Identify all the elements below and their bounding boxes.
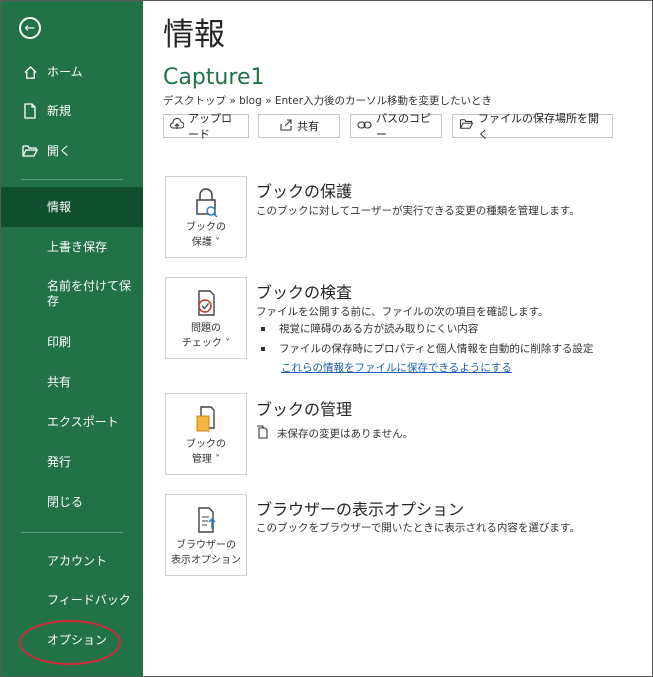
browser-section-description: このブックをブラウザーで開いたときに表示される内容を選びます。	[256, 522, 580, 534]
cloud-upload-icon	[169, 117, 185, 134]
protect-section-description: このブックに対してユーザーが実行できる変更の種類を管理します。	[256, 205, 580, 217]
check-for-issues-button[interactable]: 問題の チェック ˅	[165, 277, 247, 359]
sidebar-item-label: 印刷	[47, 335, 72, 349]
sidebar-item-label: 上書き保存	[47, 240, 108, 254]
sidebar-item-new[interactable]: 新規	[1, 102, 143, 120]
document-path-breadcrumb: デスクトップ » blog » Enter入力後のカーソル移動を変更したいとき	[163, 95, 493, 107]
sidebar-item-label: 共有	[47, 375, 72, 389]
sidebar-item-label: 新規	[47, 104, 72, 118]
card-label-line1: 問題の	[191, 323, 221, 334]
protect-section-title: ブックの保護	[256, 182, 353, 201]
sidebar-item-open[interactable]: 開く	[1, 142, 143, 160]
bullet-text: 視覚に障碍のある方が読み取りにくい内容	[279, 323, 479, 335]
copy-path-label: パスのコピー	[376, 112, 431, 141]
document-versions-icon	[256, 425, 269, 442]
copy-path-button[interactable]: パスのコピー	[350, 112, 442, 141]
inspect-document-icon	[192, 288, 220, 318]
sidebar-item-home[interactable]: ホーム	[1, 63, 143, 81]
card-label-line2: 保護 ˅	[191, 236, 221, 248]
folder-open-icon	[21, 142, 39, 160]
options-highlight-annotation	[19, 620, 121, 665]
protect-workbook-button[interactable]: ブックの 保護 ˅	[165, 176, 247, 258]
share-icon	[279, 118, 293, 135]
sidebar-item-info[interactable]: 情報	[1, 187, 143, 227]
lock-icon	[192, 187, 220, 218]
open-location-label: ファイルの保存場所を開く	[478, 112, 599, 141]
bullet-text: ファイルの保存時にプロパティと個人情報を自動的に削除する設定	[279, 343, 594, 355]
upload-label: アップロード	[188, 112, 232, 141]
sidebar-item-label: 情報	[47, 200, 72, 214]
page-title: 情報	[163, 17, 225, 53]
backstage-sidebar: ← ホーム 新規 開く 情報 上書き保存 名前を付けて保存 印刷 共有 エクスポ…	[1, 1, 143, 676]
back-button[interactable]: ←	[19, 17, 41, 39]
sidebar-item-label: エクスポート	[47, 415, 119, 429]
sidebar-item-label: 発行	[47, 455, 72, 469]
sidebar-item-label: 閉じる	[47, 495, 84, 509]
manage-section-title: ブックの管理	[256, 400, 353, 419]
sidebar-item-print[interactable]: 印刷	[1, 333, 143, 351]
browser-view-options-button[interactable]: ブラウザーの 表示オプション	[165, 494, 247, 576]
sidebar-item-close[interactable]: 閉じる	[1, 493, 143, 511]
card-label-line2: チェック ˅	[181, 337, 231, 349]
manage-status-text: 未保存の変更はありません。	[277, 428, 414, 440]
folder-open-icon	[459, 118, 474, 134]
bullet-icon	[261, 327, 265, 331]
sidebar-item-feedback[interactable]: フィードバック	[1, 591, 143, 609]
link-icon	[357, 119, 372, 134]
share-button[interactable]: 共有	[258, 114, 340, 138]
inspect-section-description: ファイルを公開する前に、ファイルの次の項目を確認します。	[256, 306, 549, 318]
card-label-line2: 表示オプション	[171, 554, 241, 566]
browser-view-icon	[192, 505, 220, 535]
sidebar-item-label: フィードバック	[47, 593, 131, 607]
manage-workbook-button[interactable]: ブックの 管理 ˅	[165, 393, 247, 475]
sidebar-item-publish[interactable]: 発行	[1, 453, 143, 471]
sidebar-item-save-as[interactable]: 名前を付けて保存	[1, 279, 143, 311]
card-label-line1: ブラウザーの	[176, 540, 236, 551]
upload-button[interactable]: アップロード	[163, 112, 249, 141]
new-document-icon	[21, 102, 39, 120]
sidebar-item-label: アカウント	[47, 554, 108, 568]
manage-versions-icon	[192, 404, 220, 434]
allow-save-info-link[interactable]: これらの情報をファイルに保存できるようにする	[281, 360, 512, 375]
share-label: 共有	[297, 120, 319, 133]
sidebar-item-account[interactable]: アカウント	[1, 552, 143, 570]
arrow-left-icon: ←	[24, 20, 36, 36]
sidebar-item-export[interactable]: エクスポート	[1, 413, 143, 431]
sidebar-divider	[21, 179, 123, 180]
open-file-location-button[interactable]: ファイルの保存場所を開く	[452, 112, 613, 141]
inspect-bullet-item: ファイルの保存時にプロパティと個人情報を自動的に削除する設定	[261, 341, 593, 356]
backstage-window: ← ホーム 新規 開く 情報 上書き保存 名前を付けて保存 印刷 共有 エクスポ…	[0, 0, 653, 677]
sidebar-item-label: 開く	[47, 144, 72, 158]
home-icon	[21, 63, 39, 81]
card-label-line2: 管理 ˅	[191, 453, 221, 465]
inspect-section-title: ブックの検査	[256, 283, 353, 302]
card-label-line1: ブックの	[186, 222, 226, 233]
sidebar-item-label: ホーム	[47, 65, 83, 79]
info-panel: 情報 Capture1 デスクトップ » blog » Enter入力後のカーソ…	[143, 1, 652, 676]
browser-section-title: ブラウザーの表示オプション	[256, 500, 465, 519]
document-title: Capture1	[163, 65, 265, 90]
inspect-bullet-item: 視覚に障碍のある方が読み取りにくい内容	[261, 321, 478, 336]
bullet-icon	[261, 347, 265, 351]
manage-status-row: 未保存の変更はありません。	[256, 425, 413, 442]
sidebar-item-save[interactable]: 上書き保存	[1, 238, 143, 256]
sidebar-item-share[interactable]: 共有	[1, 373, 143, 391]
card-label-line1: ブックの	[186, 439, 226, 450]
sidebar-divider	[21, 532, 123, 533]
sidebar-item-label: 名前を付けて保存	[47, 279, 132, 308]
